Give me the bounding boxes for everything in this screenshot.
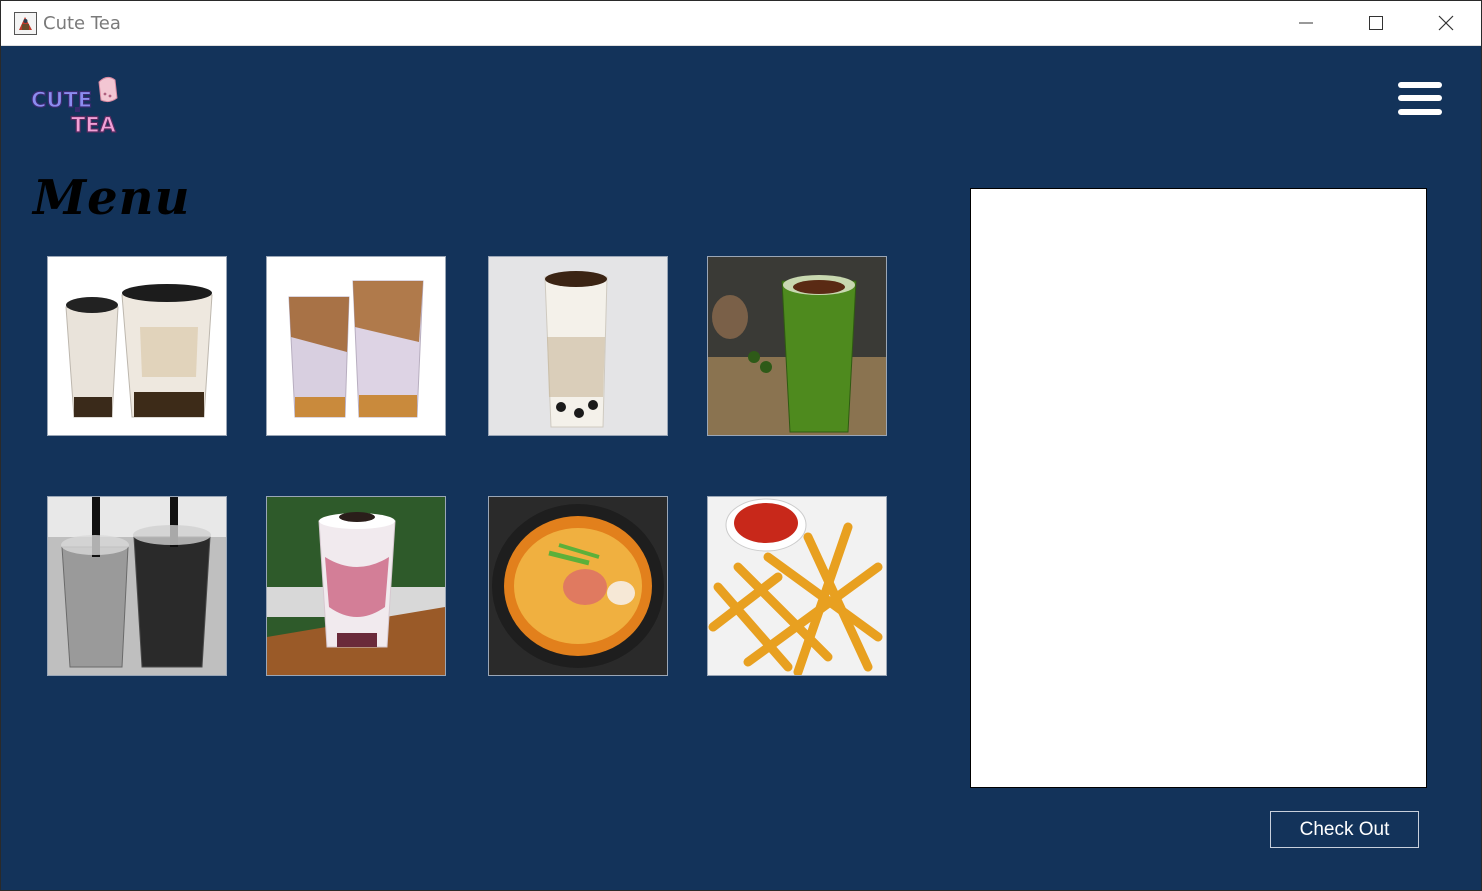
close-button[interactable] — [1411, 1, 1481, 45]
menu-item-black-tea[interactable] — [47, 496, 227, 676]
menu-item-brown-sugar-milk-tea[interactable] — [266, 256, 446, 436]
black-tea-image — [48, 497, 226, 675]
close-icon — [1438, 15, 1454, 31]
check-out-button[interactable]: Check Out — [1270, 811, 1419, 848]
menu-title: Menu — [33, 170, 191, 226]
order-list-panel[interactable] — [970, 188, 1427, 788]
spicy-ramen-image — [489, 497, 667, 675]
svg-text:CUTE: CUTE — [31, 88, 92, 112]
java-app-icon — [14, 12, 37, 35]
french-fries-image — [708, 497, 886, 675]
app-window: Cute Tea CUTE TEA Menu Check Out — [0, 0, 1482, 891]
menu-item-milk-tea[interactable] — [47, 256, 227, 436]
maximize-icon — [1369, 16, 1383, 30]
menu-item-matcha-boba[interactable] — [707, 256, 887, 436]
title-bar[interactable]: Cute Tea — [1, 1, 1481, 46]
maximize-button[interactable] — [1341, 1, 1411, 45]
menu-item-french-fries[interactable] — [707, 496, 887, 676]
cute-tea-logo: CUTE TEA — [29, 74, 125, 136]
window-title: Cute Tea — [43, 13, 121, 34]
brown-sugar-milk-tea-image — [267, 257, 445, 435]
menu-item-oreo-milk-tea[interactable] — [488, 256, 668, 436]
main-content: CUTE TEA Menu Check Out — [1, 46, 1481, 891]
matcha-boba-image — [708, 257, 886, 435]
svg-text:TEA: TEA — [71, 113, 117, 136]
milk-tea-image — [48, 257, 226, 435]
minimize-icon — [1299, 22, 1313, 24]
strawberry-smoothie-image — [267, 497, 445, 675]
minimize-button[interactable] — [1271, 1, 1341, 45]
hamburger-icon[interactable] — [1398, 82, 1442, 116]
oreo-milk-tea-image — [489, 257, 667, 435]
menu-item-spicy-ramen[interactable] — [488, 496, 668, 676]
menu-item-strawberry-smoothie[interactable] — [266, 496, 446, 676]
